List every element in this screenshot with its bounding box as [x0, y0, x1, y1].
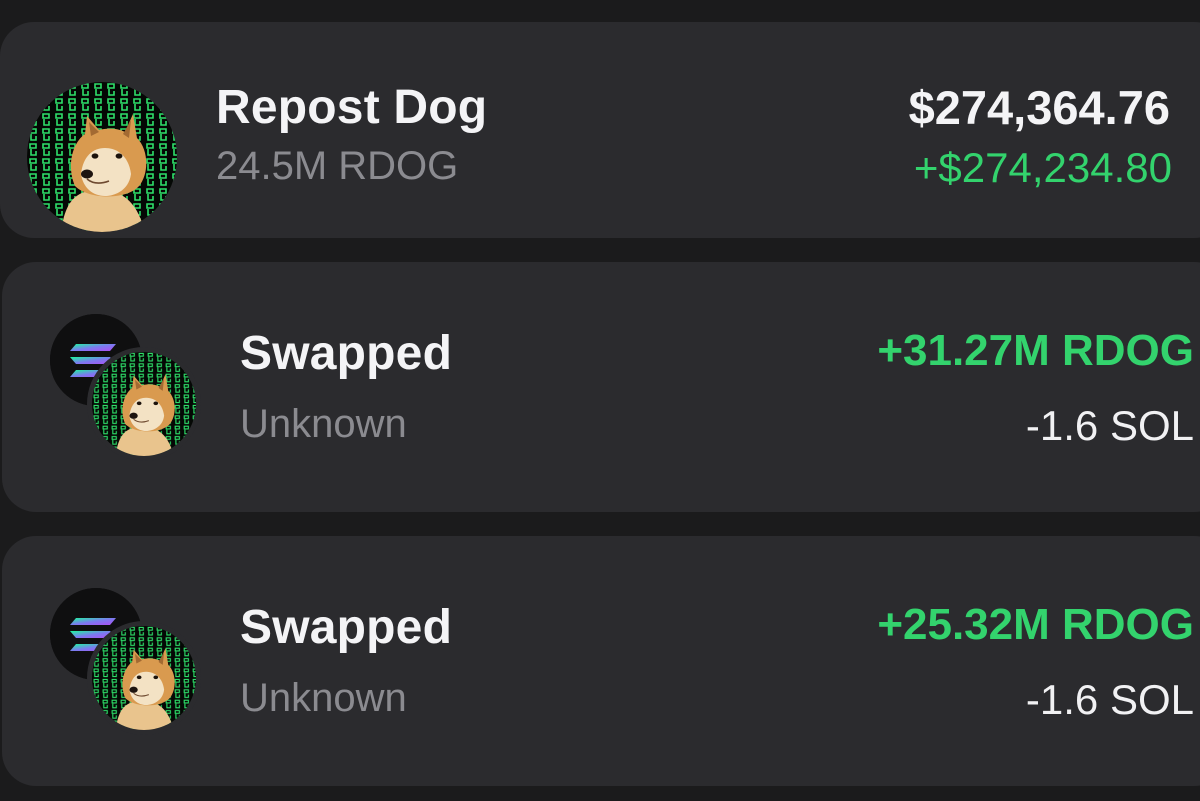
transaction-sent: -1.6 SOL	[1025, 676, 1194, 723]
transaction-received: +25.32M RDOG	[877, 600, 1194, 649]
token-value: $274,364.76	[908, 81, 1170, 134]
transaction-sent: -1.6 SOL	[1025, 402, 1194, 449]
transaction-title: Swapped	[240, 327, 453, 380]
transaction-row[interactable]: Swapped Unknown +25.32M RDOG -1.6 SOL	[2, 536, 1200, 786]
token-name: Repost Dog	[216, 81, 488, 134]
repost-dog-token-icon	[92, 626, 196, 730]
token-change: +$274,234.80	[913, 144, 1172, 191]
transaction-row[interactable]: Swapped Unknown +31.27M RDOG -1.6 SOL	[2, 262, 1200, 512]
transaction-title: Swapped	[240, 601, 453, 654]
repost-dog-token-icon	[92, 352, 196, 456]
token-holding-row[interactable]: Repost Dog 24.5M RDOG $274,364.76 +$274,…	[0, 22, 1200, 238]
transaction-subtitle: Unknown	[240, 676, 407, 720]
token-amount: 24.5M RDOG	[216, 144, 459, 188]
repost-dog-token-icon	[27, 82, 177, 232]
transaction-subtitle: Unknown	[240, 402, 407, 446]
transaction-received: +31.27M RDOG	[877, 326, 1194, 375]
activity-screen: Repost Dog 24.5M RDOG $274,364.76 +$274,…	[0, 0, 1200, 801]
